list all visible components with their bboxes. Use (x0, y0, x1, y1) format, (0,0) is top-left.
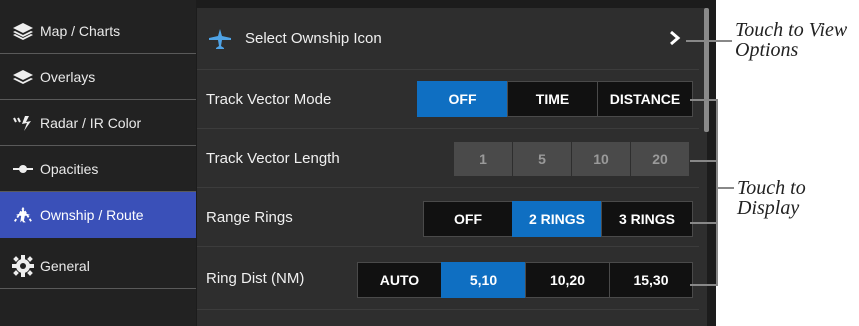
settings-panel: Select Ownship Icon Track Vector Mode OF… (197, 8, 707, 326)
callout-line-1: Touch to (737, 177, 806, 199)
overlays-icon (12, 66, 34, 88)
ownship-icon (12, 204, 34, 226)
range-rings-off-button[interactable]: OFF (423, 201, 513, 237)
track-vector-mode-selector: OFF TIME DISTANCE (417, 81, 693, 117)
sidebar-item-ownship-route[interactable]: Ownship / Route (0, 192, 196, 238)
device-screen: Map / Charts Overlays Radar / IR Color O… (0, 0, 716, 326)
callout-line-2: Display (737, 197, 800, 219)
sidebar-item-label: Ownship / Route (40, 206, 144, 223)
track-vector-length-1-button[interactable]: 1 (453, 141, 513, 177)
chevron-right-icon[interactable] (669, 30, 681, 51)
range-rings-2-rings-button[interactable]: 2 RINGS (512, 201, 602, 237)
sidebar-item-map-charts[interactable]: Map / Charts (0, 8, 196, 54)
track-vector-length-row: Track Vector Length 1 5 10 20 (197, 129, 699, 188)
track-vector-length-20-button[interactable]: 20 (630, 141, 690, 177)
ring-dist-label: Ring Dist (NM) (206, 270, 305, 287)
track-vector-mode-distance-button[interactable]: DISTANCE (597, 81, 693, 117)
sidebar-item-opacities[interactable]: Opacities (0, 146, 196, 192)
ring-dist-auto-button[interactable]: AUTO (357, 262, 442, 298)
sidebar-item-label: Map / Charts (40, 22, 121, 39)
layers-icon (12, 20, 34, 42)
radar-icon (12, 112, 34, 134)
ring-dist-15-30-button[interactable]: 15,30 (609, 262, 693, 298)
scrollbar[interactable] (704, 8, 709, 132)
callout-line-view-options (686, 40, 732, 42)
track-vector-length-label: Track Vector Length (206, 149, 340, 167)
range-rings-label: Range Rings (206, 208, 293, 226)
airplane-icon (207, 27, 233, 56)
sidebar-item-label: Overlays (40, 68, 96, 85)
track-vector-mode-label: Track Vector Mode (206, 90, 332, 108)
track-vector-mode-off-button[interactable]: OFF (417, 81, 508, 117)
sidebar-item-label: Radar / IR Color (40, 114, 142, 131)
track-vector-length-10-button[interactable]: 10 (571, 141, 631, 177)
callout-line-2: Options (735, 39, 799, 61)
ring-dist-selector: AUTO 5,10 10,20 15,30 (357, 262, 693, 298)
sidebar-item-overlays[interactable]: Overlays (0, 54, 196, 100)
callout-view-options: Touch to View Options (735, 20, 847, 60)
callout-line-1: Touch to View (735, 19, 848, 41)
callout-display: Touch to Display (737, 178, 806, 218)
sidebar-item-label: Opacities (40, 160, 99, 177)
track-vector-length-5-button[interactable]: 5 (512, 141, 572, 177)
range-rings-selector: OFF 2 RINGS 3 RINGS (423, 201, 693, 237)
gear-icon (12, 254, 34, 277)
track-vector-mode-row: Track Vector Mode OFF TIME DISTANCE (197, 70, 699, 129)
ring-dist-10-20-button[interactable]: 10,20 (525, 262, 610, 298)
track-vector-mode-time-button[interactable]: TIME (507, 81, 598, 117)
range-rings-3-rings-button[interactable]: 3 RINGS (601, 201, 693, 237)
sidebar-item-radar-ir-color[interactable]: Radar / IR Color (0, 100, 196, 146)
sidebar-item-general[interactable]: General (0, 243, 196, 289)
ring-dist-5-10-button[interactable]: 5,10 (441, 262, 526, 298)
select-ownship-icon-label: Select Ownship Icon (245, 30, 382, 47)
select-ownship-icon-row[interactable]: Select Ownship Icon (197, 8, 699, 70)
sidebar-item-label: General (40, 257, 90, 274)
ring-dist-row: Ring Dist (NM) AUTO 5,10 10,20 15,30 (197, 248, 699, 310)
range-rings-row: Range Rings OFF 2 RINGS 3 RINGS (197, 188, 699, 247)
sidebar: Map / Charts Overlays Radar / IR Color O… (0, 0, 196, 326)
track-vector-length-selector: 1 5 10 20 (453, 141, 690, 177)
opacity-slider-icon (12, 158, 34, 180)
